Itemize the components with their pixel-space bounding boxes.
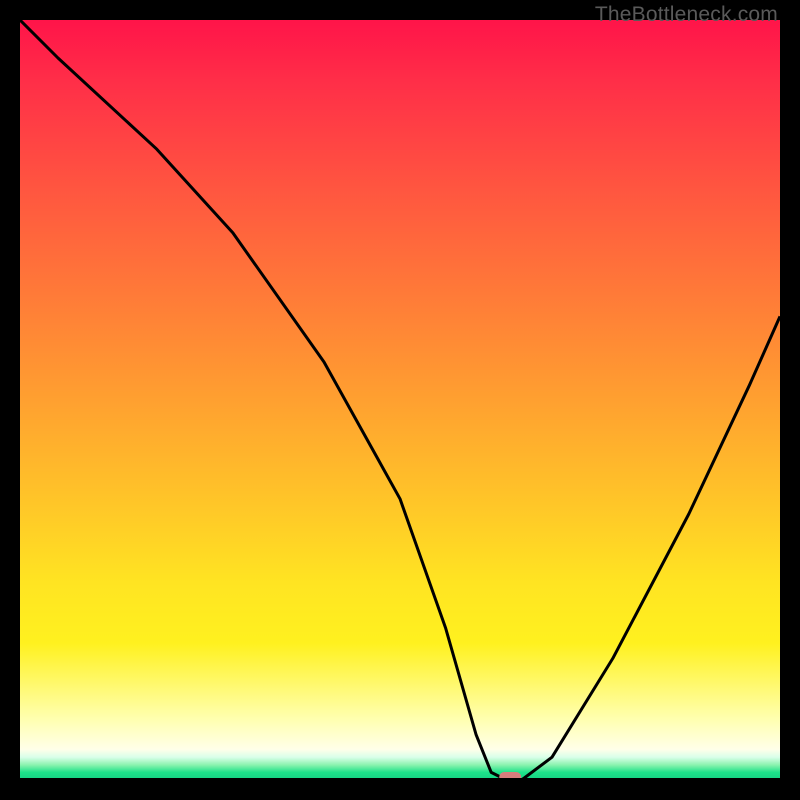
gradient-plot-area xyxy=(20,20,780,780)
bottleneck-curve-path xyxy=(20,20,780,780)
curve-overlay xyxy=(20,20,780,780)
watermark-text: TheBottleneck.com xyxy=(595,3,778,27)
chart-frame: TheBottleneck.com xyxy=(0,0,800,800)
